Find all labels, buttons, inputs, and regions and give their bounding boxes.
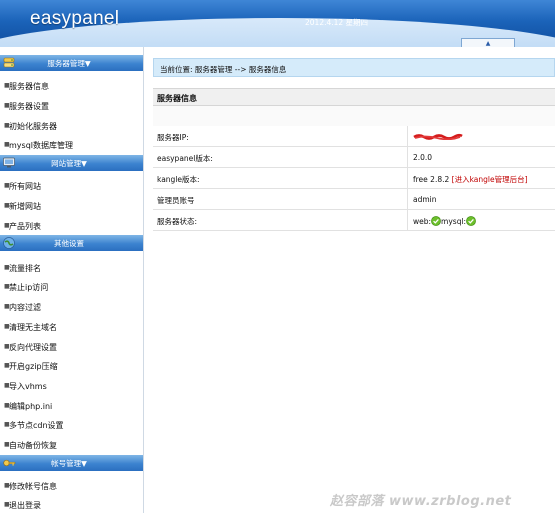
sidebar-section-websites[interactable]: 网站管理▼ (0, 155, 143, 171)
panel-title-bar: 服务器信息 (153, 88, 555, 106)
sidebar: 服务器管理▼ ■ 服务器信息 ■ 服务器设置 ■ 初始化服务器 ■ mysql数据库管理… (0, 47, 144, 513)
sidebar-item-edit-account[interactable]: ■ 修改帐号信息 (0, 476, 143, 494)
sidebar-item-traffic-rank[interactable]: ■ 流量排名 (0, 258, 143, 276)
sidebar-item-reverse-proxy[interactable]: ■ 反向代理设置 (0, 337, 143, 355)
panel-spacer (153, 106, 555, 126)
info-row-admin-account: 管理员账号 admin (153, 189, 555, 210)
breadcrumb: 当前位置: 服务器管理 --> 服务器信息 (153, 58, 555, 77)
collapse-header-button[interactable]: ▲ (461, 38, 515, 47)
sidebar-item-init-server[interactable]: ■ 初始化服务器 (0, 116, 143, 134)
web-status-label: web: (413, 217, 432, 226)
section-title: 服务器管理 (47, 59, 85, 68)
watermark: 赵容部落 www.zrblog.net (330, 494, 512, 509)
section-title: 帐号管理 (51, 459, 82, 468)
app-logo: easypanel (30, 8, 120, 29)
sidebar-item-backup[interactable]: ■ 自动备份恢复 (0, 435, 143, 453)
sidebar-item-server-info[interactable]: ■ 服务器信息 (0, 76, 143, 94)
chevron-down-icon: ▼ (81, 159, 87, 168)
sidebar-section-account[interactable]: 帐号管理▼ (0, 455, 143, 471)
chevron-down-icon: ▼ (84, 59, 91, 68)
breadcrumb-text: 当前位置: 服务器管理 --> 服务器信息 (160, 65, 287, 74)
sidebar-item-edit-php-ini[interactable]: ■ 编辑php.ini (0, 396, 143, 414)
sidebar-item-clean-domains[interactable]: ■ 清理无主域名 (0, 317, 143, 335)
key-icon (3, 459, 16, 467)
sidebar-section-other[interactable]: 其他设置 (0, 235, 143, 251)
chevron-down-icon: ▼ (81, 459, 87, 468)
mysql-status-label: mysql: (441, 217, 467, 226)
sidebar-item-product-list[interactable]: ■ 产品列表 (0, 216, 143, 234)
redacted-ip-scribble (413, 133, 463, 140)
sidebar-item-ban-ip[interactable]: ■ 禁止ip访问 (0, 277, 143, 295)
sidebar-item-gzip[interactable]: ■ 开启gzip压缩 (0, 356, 143, 374)
info-row-server-status: 服务器状态: web: mysql: (153, 210, 555, 231)
panel-title: 服务器信息 (157, 94, 197, 103)
server-icon (3, 57, 15, 68)
sidebar-item-all-sites[interactable]: ■ 所有网站 (0, 176, 143, 194)
sidebar-item-server-settings[interactable]: ■ 服务器设置 (0, 96, 143, 114)
sidebar-item-cdn[interactable]: ■ 多节点cdn设置 (0, 415, 143, 433)
sidebar-item-content-filter[interactable]: ■ 内容过滤 (0, 297, 143, 315)
kangle-admin-link[interactable]: [进入kangle管理后台] (452, 175, 528, 184)
header-banner: easypanel 2012.4.12 星期四 ▲ (0, 0, 555, 47)
info-row-easypanel-version: easypanel版本: 2.0.0 (153, 147, 555, 168)
sidebar-item-new-site[interactable]: ■ 新增网站 (0, 196, 143, 214)
sidebar-item-logout[interactable]: ■ 退出登录 (0, 495, 143, 513)
header-date: 2012.4.12 星期四 (305, 18, 369, 27)
info-row-kangle-version: kangle版本: free 2.8.2 [进入kangle管理后台] (153, 168, 555, 189)
globe-icon (3, 237, 15, 249)
monitor-icon (3, 157, 15, 168)
info-row-server-ip: 服务器IP: (153, 126, 555, 147)
sidebar-section-server[interactable]: 服务器管理▼ (0, 55, 143, 71)
kangle-version-value: free 2.8.2 (413, 175, 450, 184)
check-circle-icon (431, 216, 441, 226)
check-circle-icon (466, 216, 476, 226)
section-title: 网站管理 (51, 159, 82, 168)
sidebar-item-import-vhms[interactable]: ■ 导入vhms (0, 376, 143, 394)
section-title: 其他设置 (54, 239, 84, 248)
sidebar-item-mysql[interactable]: ■ mysql数据库管理 (0, 135, 143, 153)
